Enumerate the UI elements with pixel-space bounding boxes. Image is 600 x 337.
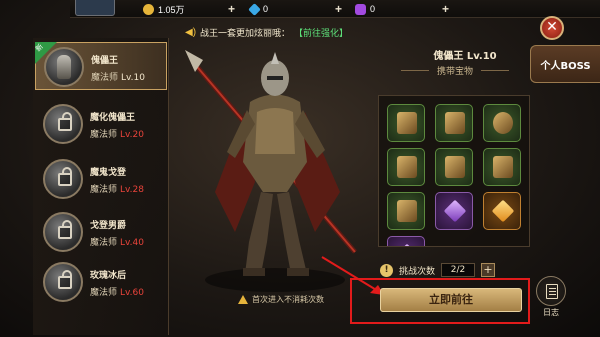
announcement-bar: ◀) 战王一套更加炫丽哦： 【前往强化】	[185, 25, 348, 39]
loot-slot[interactable]	[387, 148, 425, 186]
diamond-icon	[248, 2, 261, 16]
boss-portrait	[43, 262, 83, 302]
add-gold-button[interactable]: +	[228, 2, 235, 16]
carry-title: 携带宝物	[380, 64, 530, 77]
boss-name: 戈登男爵	[90, 221, 127, 231]
orange-crystal-icon	[491, 199, 515, 223]
lock-icon	[58, 270, 72, 289]
lock-icon	[58, 167, 72, 186]
boss-level: 魔法师 Lv.40	[90, 238, 144, 248]
challenge-label: 挑战次数	[399, 266, 436, 277]
gold-resource: 1.05万	[143, 2, 185, 16]
loot-slot[interactable]	[483, 192, 521, 230]
loot-slot[interactable]	[483, 104, 521, 142]
boss-title: 傀儡王 Lv.10	[433, 51, 497, 62]
add-gem-button[interactable]: +	[442, 2, 449, 16]
announcement-text: 战王一套更加炫丽哦：	[200, 27, 291, 38]
new-badge: 新	[34, 42, 57, 64]
loot-slot[interactable]	[483, 148, 521, 186]
loot-slot[interactable]	[435, 148, 473, 186]
gold-value: 1.05万	[158, 4, 185, 15]
close-button[interactable]: ✕	[540, 16, 564, 40]
challenge-count: ! 挑战次数 2/2 +	[380, 262, 496, 278]
first-entry-note: 首次进入不消耗次数	[238, 294, 324, 305]
boss-item-1[interactable]: 新 傀儡王 魔法师 Lv.10	[34, 42, 167, 90]
log-label: 日志	[543, 308, 559, 317]
helmet-icon	[57, 55, 71, 79]
diamond-resource: 0	[248, 2, 269, 16]
go-enhance-link[interactable]: 【前往强化】	[294, 26, 348, 39]
boss-level: 魔法师 Lv.28	[90, 185, 144, 195]
necklace-icon	[493, 156, 513, 178]
log-button[interactable]: 日志	[536, 276, 566, 317]
divider	[481, 70, 509, 71]
boss-item-4[interactable]: 戈登男爵 魔法师 Lv.40	[35, 208, 167, 256]
close-icon: ✕	[546, 19, 558, 35]
purple-crystal-icon	[395, 243, 419, 246]
loot-slot[interactable]	[435, 192, 473, 230]
boss-name: 魔化傀儡王	[90, 113, 136, 123]
challenge-value: 2/2	[441, 263, 476, 277]
boss-level: 魔法师 Lv.60	[90, 288, 144, 298]
gem-value: 0	[370, 4, 376, 14]
loot-slot[interactable]	[387, 236, 425, 246]
lock-icon	[58, 220, 72, 239]
boss-name: 玫瑰冰后	[90, 271, 127, 281]
boss-screen: 1.05万 + 0 + 0 + ◀) 战王一套更加炫丽哦： 【前往强化】 ✕ 个…	[0, 0, 600, 337]
boss-level: 魔法师 Lv.20	[90, 130, 144, 140]
loot-panel	[378, 95, 530, 247]
boss-level: 魔法师 Lv.10	[91, 73, 145, 83]
helmet-icon	[397, 156, 417, 178]
add-diamond-button[interactable]: +	[335, 2, 342, 16]
speaker-icon: ◀)	[185, 26, 197, 38]
boss-portrait	[43, 159, 83, 199]
loot-slot[interactable]	[387, 192, 425, 230]
boss-portrait	[43, 212, 83, 252]
tab-personal-boss[interactable]: 个人BOSS	[530, 45, 600, 83]
boss-portrait	[43, 104, 83, 144]
purple-gem-icon	[355, 3, 366, 15]
lock-icon	[58, 112, 72, 131]
boss-list: 新 傀儡王 魔法师 Lv.10 魔化傀儡王 魔法师 Lv.20 魔鬼戈登 魔法师 Lv…	[33, 38, 169, 335]
boss-name: 魔鬼戈登	[90, 168, 127, 178]
loot-slot[interactable]	[387, 104, 425, 142]
boss-item-2[interactable]: 魔化傀儡王 魔法师 Lv.20	[35, 100, 167, 148]
coin-icon	[143, 3, 154, 15]
go-now-button[interactable]: 立即前往	[380, 288, 522, 312]
diamond-value: 0	[263, 4, 269, 14]
chestplate-icon	[397, 200, 417, 222]
document-icon	[546, 284, 558, 299]
divider	[400, 70, 429, 71]
boss-item-5[interactable]: 玫瑰冰后 魔法师 Lv.60	[35, 258, 167, 306]
boss-name: 傀儡王	[91, 56, 119, 66]
add-challenge-button[interactable]: +	[481, 263, 496, 277]
bracer-icon	[397, 112, 417, 134]
purple-crystal-icon	[443, 199, 467, 223]
boots-icon	[445, 112, 465, 134]
loot-slot[interactable]	[435, 104, 473, 142]
shield-icon	[493, 112, 513, 134]
boss-item-3[interactable]: 魔鬼戈登 魔法师 Lv.28	[35, 155, 167, 203]
warning-icon	[238, 295, 248, 304]
gem-resource: 0	[355, 2, 375, 16]
armor-icon	[445, 156, 465, 178]
player-avatar[interactable]	[75, 0, 115, 16]
